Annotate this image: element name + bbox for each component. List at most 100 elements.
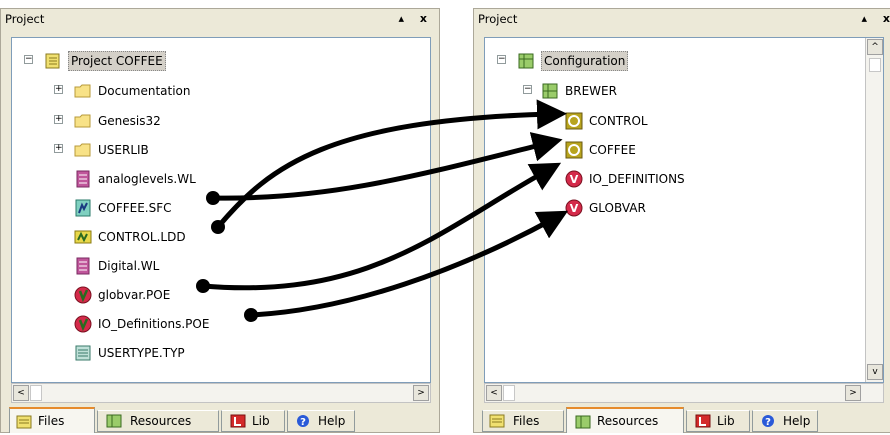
panel-title: Project (478, 12, 518, 26)
svg-text:?: ? (300, 417, 306, 428)
tab-files[interactable]: Files (482, 410, 564, 432)
tree-item-project-coffee[interactable]: − Project COFFEE (18, 50, 318, 72)
files-icon (16, 415, 32, 429)
tree-item-coffee-sfc[interactable]: COFFEE.SFC (18, 197, 318, 219)
tab-label: Resources (130, 414, 192, 428)
tree-item-label: USERTYPE.TYP (98, 346, 185, 360)
tree-item-label: analoglevels.WL (98, 172, 196, 186)
variable-group-icon: V (565, 199, 583, 217)
folder-icon (74, 114, 91, 128)
watch-list-icon (76, 170, 90, 188)
tree-item-label: Documentation (98, 84, 191, 98)
expand-icon[interactable]: + (54, 115, 63, 124)
tree-item-brewer[interactable]: − BREWER (491, 80, 791, 102)
svg-text:V: V (570, 202, 579, 215)
tree-item-io-definitions-poe[interactable]: IO_Definitions.POE (18, 313, 318, 335)
tab-label: Help (318, 414, 346, 428)
tree-item-label: COFFEE.SFC (98, 201, 172, 215)
tab-resources[interactable]: Resources (97, 410, 219, 432)
tab-help[interactable]: ? Help (287, 410, 355, 432)
tree-item-label: CONTROL (589, 114, 648, 128)
tab-help[interactable]: ? Help (752, 410, 818, 432)
svg-text:?: ? (765, 417, 771, 428)
files-tree[interactable]: − Project COFFEE + Documentation + Genes… (11, 37, 431, 383)
tab-lib[interactable]: Lib (221, 410, 285, 432)
scroll-down-button[interactable]: v (867, 364, 883, 380)
panel-title-bar: Project ▴ x (474, 9, 890, 29)
tab-label: Lib (252, 414, 270, 428)
panel-controls[interactable]: ▴ x (399, 9, 433, 29)
horizontal-scrollbar[interactable]: < > (484, 383, 884, 403)
resources-tree[interactable]: − Configuration − BREWER CONTROL COFFEE … (484, 37, 884, 383)
tree-item-label: IO_DEFINITIONS (589, 172, 685, 186)
svg-text:V: V (570, 173, 579, 186)
type-file-icon (75, 345, 91, 361)
tree-item-globvar-poe[interactable]: globvar.POE (18, 284, 318, 306)
tree-item-label: IO_Definitions.POE (98, 317, 210, 331)
poe-file-icon (74, 315, 92, 333)
tree-item-label: Project COFFEE (68, 51, 166, 71)
task-icon (565, 112, 583, 130)
tree-item-digital-wl[interactable]: Digital.WL (18, 255, 318, 277)
poe-file-icon (74, 286, 92, 304)
scroll-right-button[interactable]: > (413, 385, 429, 401)
variable-group-icon: V (565, 170, 583, 188)
tree-item-control-task[interactable]: CONTROL (491, 110, 791, 132)
tree-item-analoglevels[interactable]: analoglevels.WL (18, 168, 318, 190)
scroll-thumb[interactable] (30, 385, 42, 401)
tab-label: Files (513, 414, 540, 428)
tree-item-usertype-typ[interactable]: USERTYPE.TYP (18, 342, 318, 364)
watch-list-icon (76, 257, 90, 275)
tree-item-label: GLOBVAR (589, 201, 646, 215)
vertical-scrollbar[interactable]: ^ v (865, 38, 883, 382)
tree-item-label: CONTROL.LDD (98, 230, 186, 244)
tab-label: Resources (597, 414, 659, 428)
collapse-icon[interactable]: − (24, 55, 33, 64)
tree-item-label: COFFEE (589, 143, 636, 157)
tree-item-label: USERLIB (98, 143, 149, 157)
tree-item-label: Digital.WL (98, 259, 160, 273)
configuration-icon (518, 53, 534, 69)
tab-label: Help (783, 414, 811, 428)
collapse-icon[interactable]: − (523, 85, 532, 94)
scroll-up-button[interactable]: ^ (867, 39, 883, 55)
horizontal-scrollbar[interactable]: < > (11, 383, 431, 403)
tab-label: Lib (717, 414, 735, 428)
expand-icon[interactable]: + (54, 85, 63, 94)
help-icon: ? (762, 415, 774, 428)
lib-icon (695, 414, 711, 428)
help-icon: ? (297, 415, 309, 428)
files-icon (489, 414, 505, 428)
tab-lib[interactable]: Lib (686, 410, 750, 432)
tree-item-configuration[interactable]: − Configuration (491, 50, 791, 72)
panel-title: Project (5, 12, 45, 26)
lib-icon (230, 414, 246, 428)
scroll-left-button[interactable]: < (486, 385, 502, 401)
folder-icon (74, 84, 91, 98)
tree-item-label: globvar.POE (98, 288, 171, 302)
panel-title-bar: Project ▴ x (1, 9, 439, 29)
tree-item-coffee-task[interactable]: COFFEE (491, 139, 791, 161)
tree-item-documentation[interactable]: + Documentation (18, 80, 318, 102)
scroll-right-button[interactable]: > (845, 385, 861, 401)
task-icon (565, 141, 583, 159)
tree-item-label: Genesis32 (98, 114, 161, 128)
resources-icon (575, 415, 591, 429)
panel-controls[interactable]: ▴ x (862, 9, 890, 29)
sfc-file-icon (75, 199, 91, 217)
tab-resources[interactable]: Resources (566, 407, 684, 433)
collapse-icon[interactable]: − (497, 55, 506, 64)
tab-files[interactable]: Files (9, 407, 95, 433)
tree-item-globvar[interactable]: V GLOBVAR (491, 197, 791, 219)
folder-icon (74, 143, 91, 157)
scroll-thumb[interactable] (869, 58, 881, 72)
tree-item-userlib[interactable]: + USERLIB (18, 139, 318, 161)
expand-icon[interactable]: + (54, 144, 63, 153)
scroll-left-button[interactable]: < (13, 385, 29, 401)
scroll-thumb[interactable] (503, 385, 515, 401)
ldd-file-icon (74, 230, 92, 244)
tree-item-io-definitions[interactable]: V IO_DEFINITIONS (491, 168, 791, 190)
project-book-icon (45, 53, 60, 69)
tree-item-genesis32[interactable]: + Genesis32 (18, 110, 318, 132)
tree-item-control-ldd[interactable]: CONTROL.LDD (18, 226, 318, 248)
